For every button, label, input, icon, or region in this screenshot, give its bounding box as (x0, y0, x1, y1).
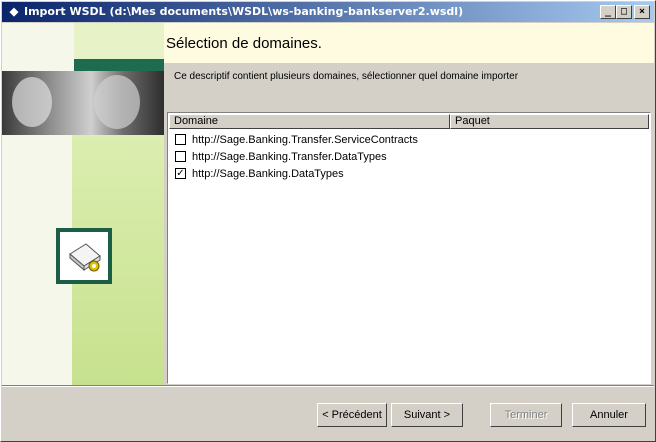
row-domain: http://Sage.Banking.DataTypes (192, 168, 344, 180)
page-title: Sélection de domaines. (166, 35, 322, 52)
maximize-button[interactable]: □ (616, 5, 632, 19)
window-title: Import WSDL (d:\Mes documents\WSDL\ws-ba… (24, 5, 464, 18)
row-domain: http://Sage.Banking.Transfer.DataTypes (192, 151, 387, 163)
page-description: Ce descriptif contient plusieurs domaine… (174, 71, 519, 82)
row-domain: http://Sage.Banking.Transfer.ServiceCont… (192, 134, 418, 146)
wsdl-import-icon (56, 228, 112, 284)
column-header-paquet[interactable]: Paquet (450, 114, 649, 129)
row-checkbox[interactable] (175, 133, 186, 145)
domain-list[interactable]: Domaine Paquet http://Sage.Banking.Trans… (167, 112, 651, 384)
list-item[interactable]: http://Sage.Banking.Transfer.ServiceCont… (175, 132, 418, 148)
banner-photo-face-left (12, 77, 52, 127)
list-item[interactable]: http://Sage.Banking.Transfer.DataTypes (175, 149, 387, 165)
import-wsdl-window: ◆ Import WSDL (d:\Mes documents\WSDL\ws-… (0, 0, 656, 442)
cancel-button[interactable]: Annuler (572, 403, 646, 427)
column-header-domaine[interactable]: Domaine (169, 114, 450, 129)
finish-button[interactable]: Terminer (490, 403, 562, 427)
wizard-side-banner (2, 23, 164, 385)
envelope-gear-icon (69, 243, 101, 272)
domain-list-header: Domaine Paquet (169, 114, 649, 129)
banner-dark-green-bar (74, 59, 164, 71)
row-checkbox[interactable]: ✓ (175, 167, 186, 179)
banner-photo-face-right (94, 75, 140, 129)
next-button[interactable]: Suivant > (391, 403, 463, 427)
list-item[interactable]: ✓ http://Sage.Banking.DataTypes (175, 166, 344, 182)
previous-button[interactable]: < Précédent (317, 403, 387, 427)
wsdl-import-icon-inner (60, 232, 108, 280)
close-button[interactable]: × (634, 5, 650, 19)
diamond-icon: ◆ (9, 6, 19, 18)
minimize-button[interactable]: _ (600, 5, 616, 19)
title-bar[interactable]: ◆ Import WSDL (d:\Mes documents\WSDL\ws-… (2, 2, 654, 22)
wizard-header: Sélection de domaines. (164, 23, 654, 63)
row-checkbox[interactable] (175, 150, 186, 162)
